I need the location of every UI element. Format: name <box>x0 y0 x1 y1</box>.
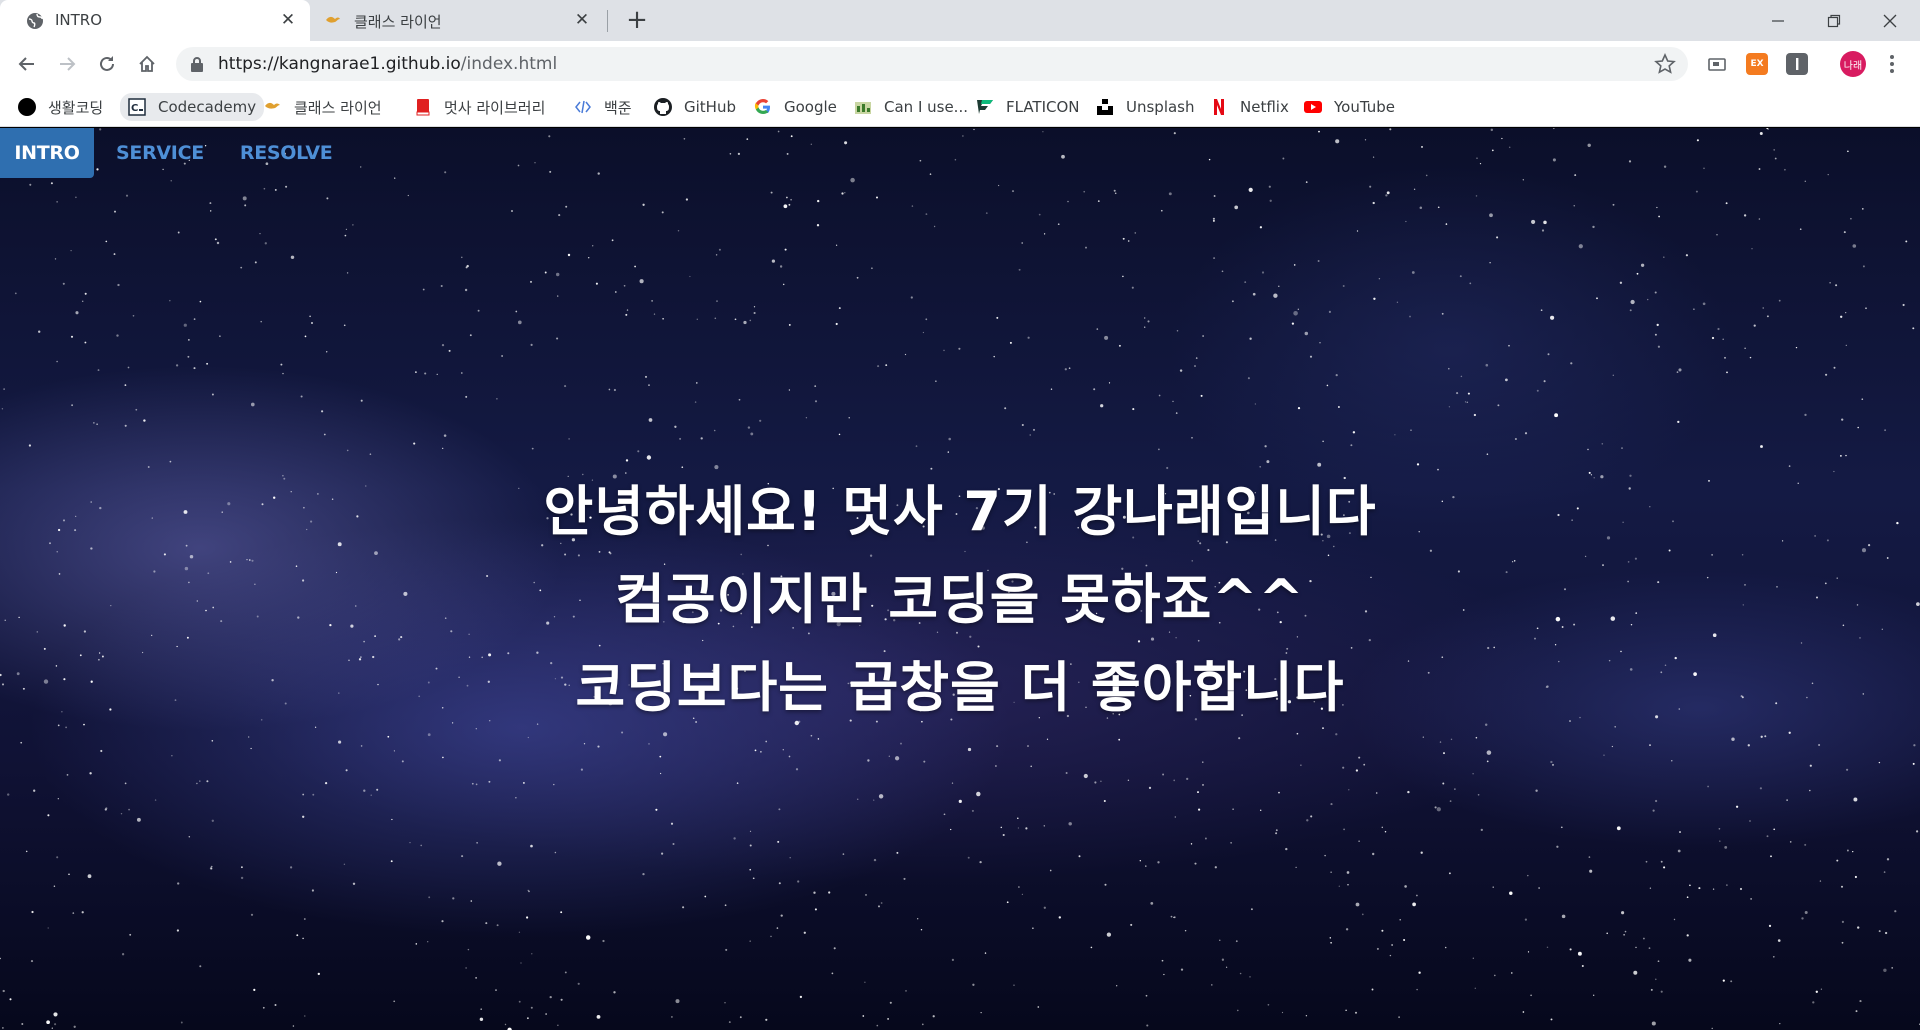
bookmark-netflix[interactable]: Netflix <box>1210 95 1289 119</box>
profile-avatar[interactable]: 나래 <box>1840 51 1866 77</box>
intro-text-block: 안녕하세요! 멋사 7기 강나래입니다 컴공이지만 코딩을 못하죠^^ 코딩보다… <box>0 468 1920 732</box>
bookmark-caniuse[interactable]: Can I use... <box>854 95 968 119</box>
bookmark-unsplash[interactable]: Unsplash <box>1096 95 1195 119</box>
nav-service-link[interactable]: SERVICE <box>98 128 222 178</box>
svg-text:C: C <box>131 103 138 114</box>
address-bar[interactable]: https://kangnarae1.github.io/index.html <box>176 47 1688 81</box>
profile-initials: 나래 <box>1843 60 1863 72</box>
tab-class-ryan[interactable]: 클래스 라이언 ✕ <box>312 0 604 41</box>
youtube-icon <box>1304 98 1322 116</box>
ext-badge-label: EX <box>1750 59 1764 69</box>
home-icon[interactable] <box>134 51 160 77</box>
bookmarks-bar: 생활코딩 C Codecademy 클래스 라이언 멋사 라이브러리 백준 Gi… <box>0 87 1920 127</box>
flaticon-icon <box>976 98 994 116</box>
bookmark-likelion-library[interactable]: 멋사 라이브러리 <box>414 95 545 119</box>
codecademy-icon: C <box>128 98 146 116</box>
bookmark-baekjoon[interactable]: 백준 <box>574 95 632 119</box>
bookmark-label: 클래스 라이언 <box>294 98 382 117</box>
tab-separator <box>607 10 608 32</box>
bookmark-label: Netflix <box>1240 98 1289 116</box>
caniuse-icon <box>854 98 872 116</box>
cast-icon[interactable] <box>1706 53 1728 75</box>
bookmark-label: YouTube <box>1334 98 1395 116</box>
ex-extension-icon[interactable]: EX <box>1746 53 1768 75</box>
github-icon <box>654 98 672 116</box>
intro-line-3: 코딩보다는 곱창을 더 좋아합니다 <box>575 656 1345 719</box>
tab-title: INTRO <box>55 11 103 29</box>
forward-arrow-icon[interactable] <box>54 51 80 77</box>
globe-icon <box>27 13 43 29</box>
intro-line-2: 컴공이지만 코딩을 못하죠^^ <box>615 568 1305 631</box>
nav-intro-link[interactable]: INTRO <box>0 128 94 178</box>
bookmark-class-ryan[interactable]: 클래스 라이언 <box>264 95 382 119</box>
bookmark-saenghwal-coding[interactable]: 생활코딩 <box>18 95 103 119</box>
unsplash-icon <box>1096 98 1114 116</box>
bookmark-label: FLATICON <box>1006 98 1080 116</box>
bookmark-label: Unsplash <box>1126 98 1195 116</box>
netflix-icon <box>1210 98 1228 116</box>
plus-icon[interactable]: + <box>624 7 650 34</box>
intro-line-1: 안녕하세요! 멋사 7기 강나래입니다 <box>543 480 1377 543</box>
window-close-icon[interactable] <box>1862 0 1918 41</box>
nav-resolve-link[interactable]: RESOLVE <box>222 128 351 178</box>
bookmark-label: Google <box>784 98 837 116</box>
code-brackets-icon <box>574 98 592 116</box>
bookmark-google[interactable]: Google <box>754 95 837 119</box>
google-icon <box>754 98 772 116</box>
lock-icon <box>191 57 203 72</box>
url-path: /index.html <box>460 54 558 74</box>
bookmark-flaticon[interactable]: FLATICON <box>976 95 1080 119</box>
bookmark-label: GitHub <box>684 98 736 116</box>
bookmark-label: 백준 <box>604 98 632 117</box>
url-host: https://kangnarae1.github.io <box>218 54 461 74</box>
url-text: https://kangnarae1.github.io/index.html <box>218 54 557 74</box>
tab-close-icon[interactable]: ✕ <box>572 10 592 30</box>
red-book-icon <box>414 98 432 116</box>
ryan-icon <box>326 16 340 23</box>
bookmark-github[interactable]: GitHub <box>654 95 736 119</box>
minimize-icon[interactable] <box>1750 0 1806 41</box>
kebab-menu-icon[interactable] <box>1882 51 1902 77</box>
star-icon[interactable] <box>1654 53 1676 75</box>
tab-close-icon[interactable]: ✕ <box>278 10 298 30</box>
back-arrow-icon[interactable] <box>14 51 40 77</box>
page-content: INTRO SERVICE RESOLVE 안녕하세요! 멋사 7기 강나래입니… <box>0 128 1920 1030</box>
tab-strip: INTRO ✕ 클래스 라이언 ✕ + <box>0 0 1920 41</box>
bookmark-label: Can I use... <box>884 98 968 116</box>
bookmark-youtube[interactable]: YouTube <box>1304 95 1395 119</box>
info-extension-icon[interactable] <box>1786 53 1808 75</box>
bookmark-codecademy[interactable]: C Codecademy <box>120 93 265 121</box>
browser-toolbar: https://kangnarae1.github.io/index.html … <box>0 41 1920 87</box>
black-circle-icon <box>18 98 36 116</box>
bookmark-label: 생활코딩 <box>48 98 104 117</box>
site-nav: INTRO SERVICE RESOLVE <box>0 128 350 178</box>
bookmark-label: Codecademy <box>158 98 257 116</box>
reload-icon[interactable] <box>94 51 120 77</box>
tab-title: 클래스 라이언 <box>354 13 442 31</box>
tab-intro[interactable]: INTRO ✕ <box>0 0 310 41</box>
ryan-icon <box>264 98 282 116</box>
restore-icon[interactable] <box>1806 0 1862 41</box>
bookmark-label: 멋사 라이브러리 <box>444 98 546 117</box>
